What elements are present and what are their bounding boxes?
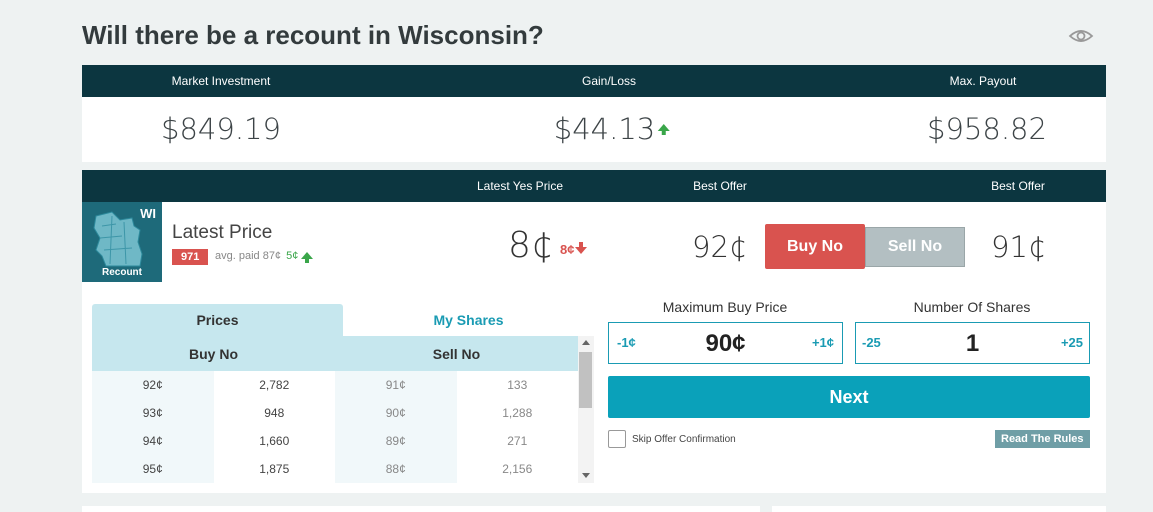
portfolio-summary: Market Investment Gain/Loss Max. Payout … <box>82 65 1106 162</box>
contract-row: Latest Yes Price Best Offer Best Offer W… <box>82 170 1106 282</box>
yes-price-change: 8¢ <box>560 242 588 257</box>
bottom-card <box>82 506 760 512</box>
avg-paid-value: avg. paid 87¢ <box>215 250 282 262</box>
market-investment-value: $849.19 <box>161 112 281 146</box>
shares-input[interactable]: 1 <box>856 330 1089 358</box>
sell-quantity: 271 <box>456 427 578 455</box>
gain-loss-value: $44.13 <box>553 112 671 146</box>
trade-panel: Prices My Shares Buy No Sell No 92¢ 2,78… <box>82 282 1106 493</box>
order-book-scrollbar[interactable] <box>578 336 594 483</box>
skip-confirmation-label: Skip Offer Confirmation <box>632 434 736 445</box>
sell-quantity: 1,288 <box>456 399 578 427</box>
avg-paid-change: 5¢ <box>286 250 299 262</box>
best-offer-no-label: Best Offer <box>693 179 747 193</box>
bottom-card <box>772 506 1106 512</box>
table-row[interactable]: 93¢ 948 90¢ 1,288 <box>92 399 578 427</box>
state-code: WI <box>140 206 156 221</box>
scroll-down-icon[interactable] <box>582 473 590 478</box>
up-arrow-icon <box>301 251 314 263</box>
order-book: 92¢ 2,782 91¢ 133 93¢ 948 90¢ 1,288 94¢ … <box>92 371 578 483</box>
price-input[interactable]: 90¢ <box>609 330 842 358</box>
shares-owned-badge: 971 <box>172 249 209 265</box>
page-title: Will there be a recount in Wisconsin? <box>82 20 544 50</box>
tab-my-shares[interactable]: My Shares <box>343 304 594 336</box>
contract-header: Latest Yes Price Best Offer Best Offer <box>82 170 1106 202</box>
sell-price: 90¢ <box>335 399 457 427</box>
price-stepper: -1¢ 90¢ +1¢ <box>608 322 843 364</box>
sell-no-button[interactable]: Sell No <box>865 227 965 267</box>
contract-image-label: Recount <box>102 267 142 278</box>
latest-yes-price-label: Latest Yes Price <box>476 179 564 193</box>
sell-quantity: 2,156 <box>456 455 578 483</box>
gain-loss-amount: $44.13 <box>553 112 656 146</box>
yes-price-change-value: 8¢ <box>560 242 575 257</box>
order-book-header: Buy No Sell No <box>92 336 578 371</box>
market-investment-label: Market Investment <box>171 74 271 88</box>
buy-no-button[interactable]: Buy No <box>765 224 865 269</box>
gain-loss-label: Gain/Loss <box>581 74 637 88</box>
read-rules-button[interactable]: Read The Rules <box>995 430 1090 448</box>
avg-paid-text: avg. paid 87¢ 5¢ <box>215 250 314 263</box>
best-offer-yes-label: Best Offer <box>991 179 1045 193</box>
up-arrow-icon <box>658 123 671 135</box>
tabs: Prices My Shares <box>92 304 594 336</box>
shares-increment-button[interactable]: +25 <box>1061 335 1083 350</box>
buy-price: 93¢ <box>92 399 214 427</box>
sell-price: 89¢ <box>335 427 457 455</box>
sell-quantity: 133 <box>456 371 578 399</box>
skip-confirmation-checkbox[interactable] <box>608 430 626 448</box>
scroll-thumb[interactable] <box>579 352 592 408</box>
max-buy-price-label: Maximum Buy Price <box>662 299 788 315</box>
sell-no-column-header: Sell No <box>432 345 481 362</box>
scroll-up-icon[interactable] <box>582 340 590 345</box>
tab-prices[interactable]: Prices <box>92 304 343 336</box>
table-row[interactable]: 94¢ 1,660 89¢ 271 <box>92 427 578 455</box>
shares-stepper: -25 1 +25 <box>855 322 1090 364</box>
buy-price: 95¢ <box>92 455 214 483</box>
max-payout-value: $958.82 <box>927 112 1047 146</box>
sell-price: 88¢ <box>335 455 457 483</box>
best-offer-no-price: 92¢ <box>692 230 748 264</box>
buy-price: 92¢ <box>92 371 214 399</box>
buy-quantity: 948 <box>213 399 335 427</box>
max-payout-label: Max. Payout <box>949 74 1017 88</box>
latest-yes-price: 8¢ <box>508 225 554 266</box>
eye-icon[interactable] <box>1068 26 1094 46</box>
best-offer-yes-price: 91¢ <box>991 230 1047 264</box>
buy-quantity: 2,782 <box>213 371 335 399</box>
latest-price-label: Latest Price <box>172 222 273 243</box>
table-row[interactable]: 95¢ 1,875 88¢ 2,156 <box>92 455 578 483</box>
buy-quantity: 1,875 <box>213 455 335 483</box>
buy-quantity: 1,660 <box>213 427 335 455</box>
buy-no-column-header: Buy No <box>189 345 238 362</box>
down-arrow-icon <box>575 242 588 255</box>
contract-image: WI Recount <box>82 202 162 282</box>
summary-header: Market Investment Gain/Loss Max. Payout <box>82 65 1106 97</box>
price-increment-button[interactable]: +1¢ <box>812 335 834 350</box>
number-of-shares-label: Number Of Shares <box>913 299 1031 315</box>
next-button[interactable]: Next <box>608 376 1090 418</box>
sell-price: 91¢ <box>335 371 457 399</box>
table-row[interactable]: 92¢ 2,782 91¢ 133 <box>92 371 578 399</box>
buy-price: 94¢ <box>92 427 214 455</box>
